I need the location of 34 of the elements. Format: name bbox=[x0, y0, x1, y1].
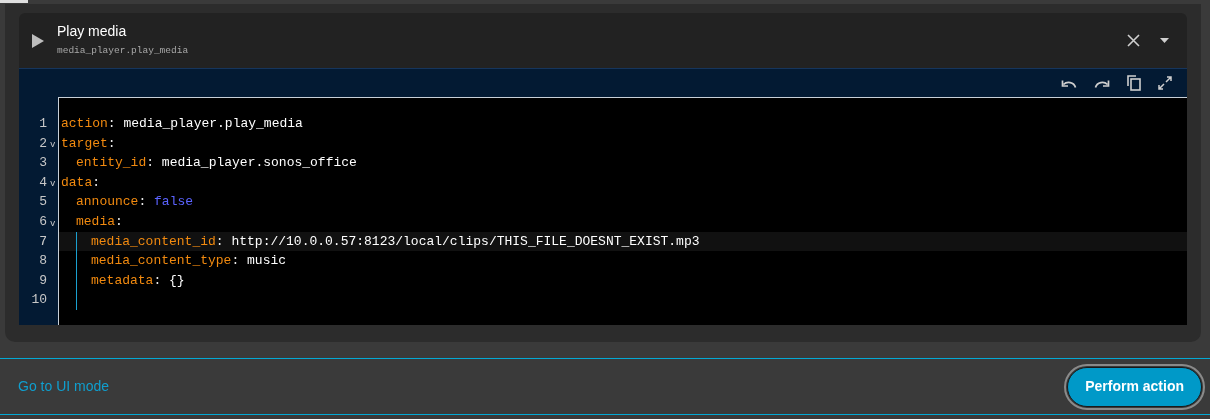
caret-icon[interactable] bbox=[1160, 38, 1169, 43]
ui-mode-link[interactable]: Go to UI mode bbox=[18, 376, 110, 397]
code-line: action: media_player.play_media bbox=[61, 115, 303, 134]
redo-icon[interactable] bbox=[1094, 78, 1110, 88]
line-number: 8 bbox=[38, 252, 47, 271]
action-title: Play media bbox=[57, 22, 128, 41]
code-line: announce: false bbox=[76, 193, 194, 212]
fold-marker[interactable]: v bbox=[50, 217, 56, 231]
code-line: media_content_type: music bbox=[91, 252, 287, 271]
line-number: 1 bbox=[38, 115, 47, 134]
line-number: 2 bbox=[38, 134, 47, 153]
expand-icon[interactable] bbox=[1158, 76, 1172, 90]
tab-indicator bbox=[0, 0, 28, 3]
line-number: 5 bbox=[38, 193, 47, 212]
line-number: 10 bbox=[30, 291, 47, 310]
play-icon bbox=[32, 33, 44, 48]
copy-icon[interactable] bbox=[1127, 75, 1141, 91]
code-line: metadata: {} bbox=[91, 271, 185, 290]
line-number: 6 bbox=[38, 213, 47, 231]
action-header[interactable]: Play media media_player.play_media bbox=[19, 13, 1187, 68]
code-line: entity_id: media_player.sonos_office bbox=[76, 154, 357, 173]
code-line: media: bbox=[76, 213, 124, 231]
code-line: media_content_id: http://10.0.0.57:8123/local/clips/THIS_FILE_DOESNT_EXIST.mp3 bbox=[91, 232, 700, 251]
close-icon[interactable] bbox=[1127, 34, 1140, 47]
line-number: 3 bbox=[38, 154, 47, 173]
fold-marker[interactable]: v bbox=[50, 178, 56, 192]
line-number: 7 bbox=[38, 232, 47, 251]
line-number: 4 bbox=[38, 173, 47, 192]
code-line: target: bbox=[61, 134, 117, 153]
code-line: data: bbox=[61, 173, 102, 192]
action-id: media_player.play_media bbox=[57, 44, 190, 59]
line-number: 9 bbox=[38, 271, 47, 290]
undo-icon[interactable] bbox=[1061, 78, 1077, 88]
fold-marker[interactable]: v bbox=[50, 139, 56, 153]
